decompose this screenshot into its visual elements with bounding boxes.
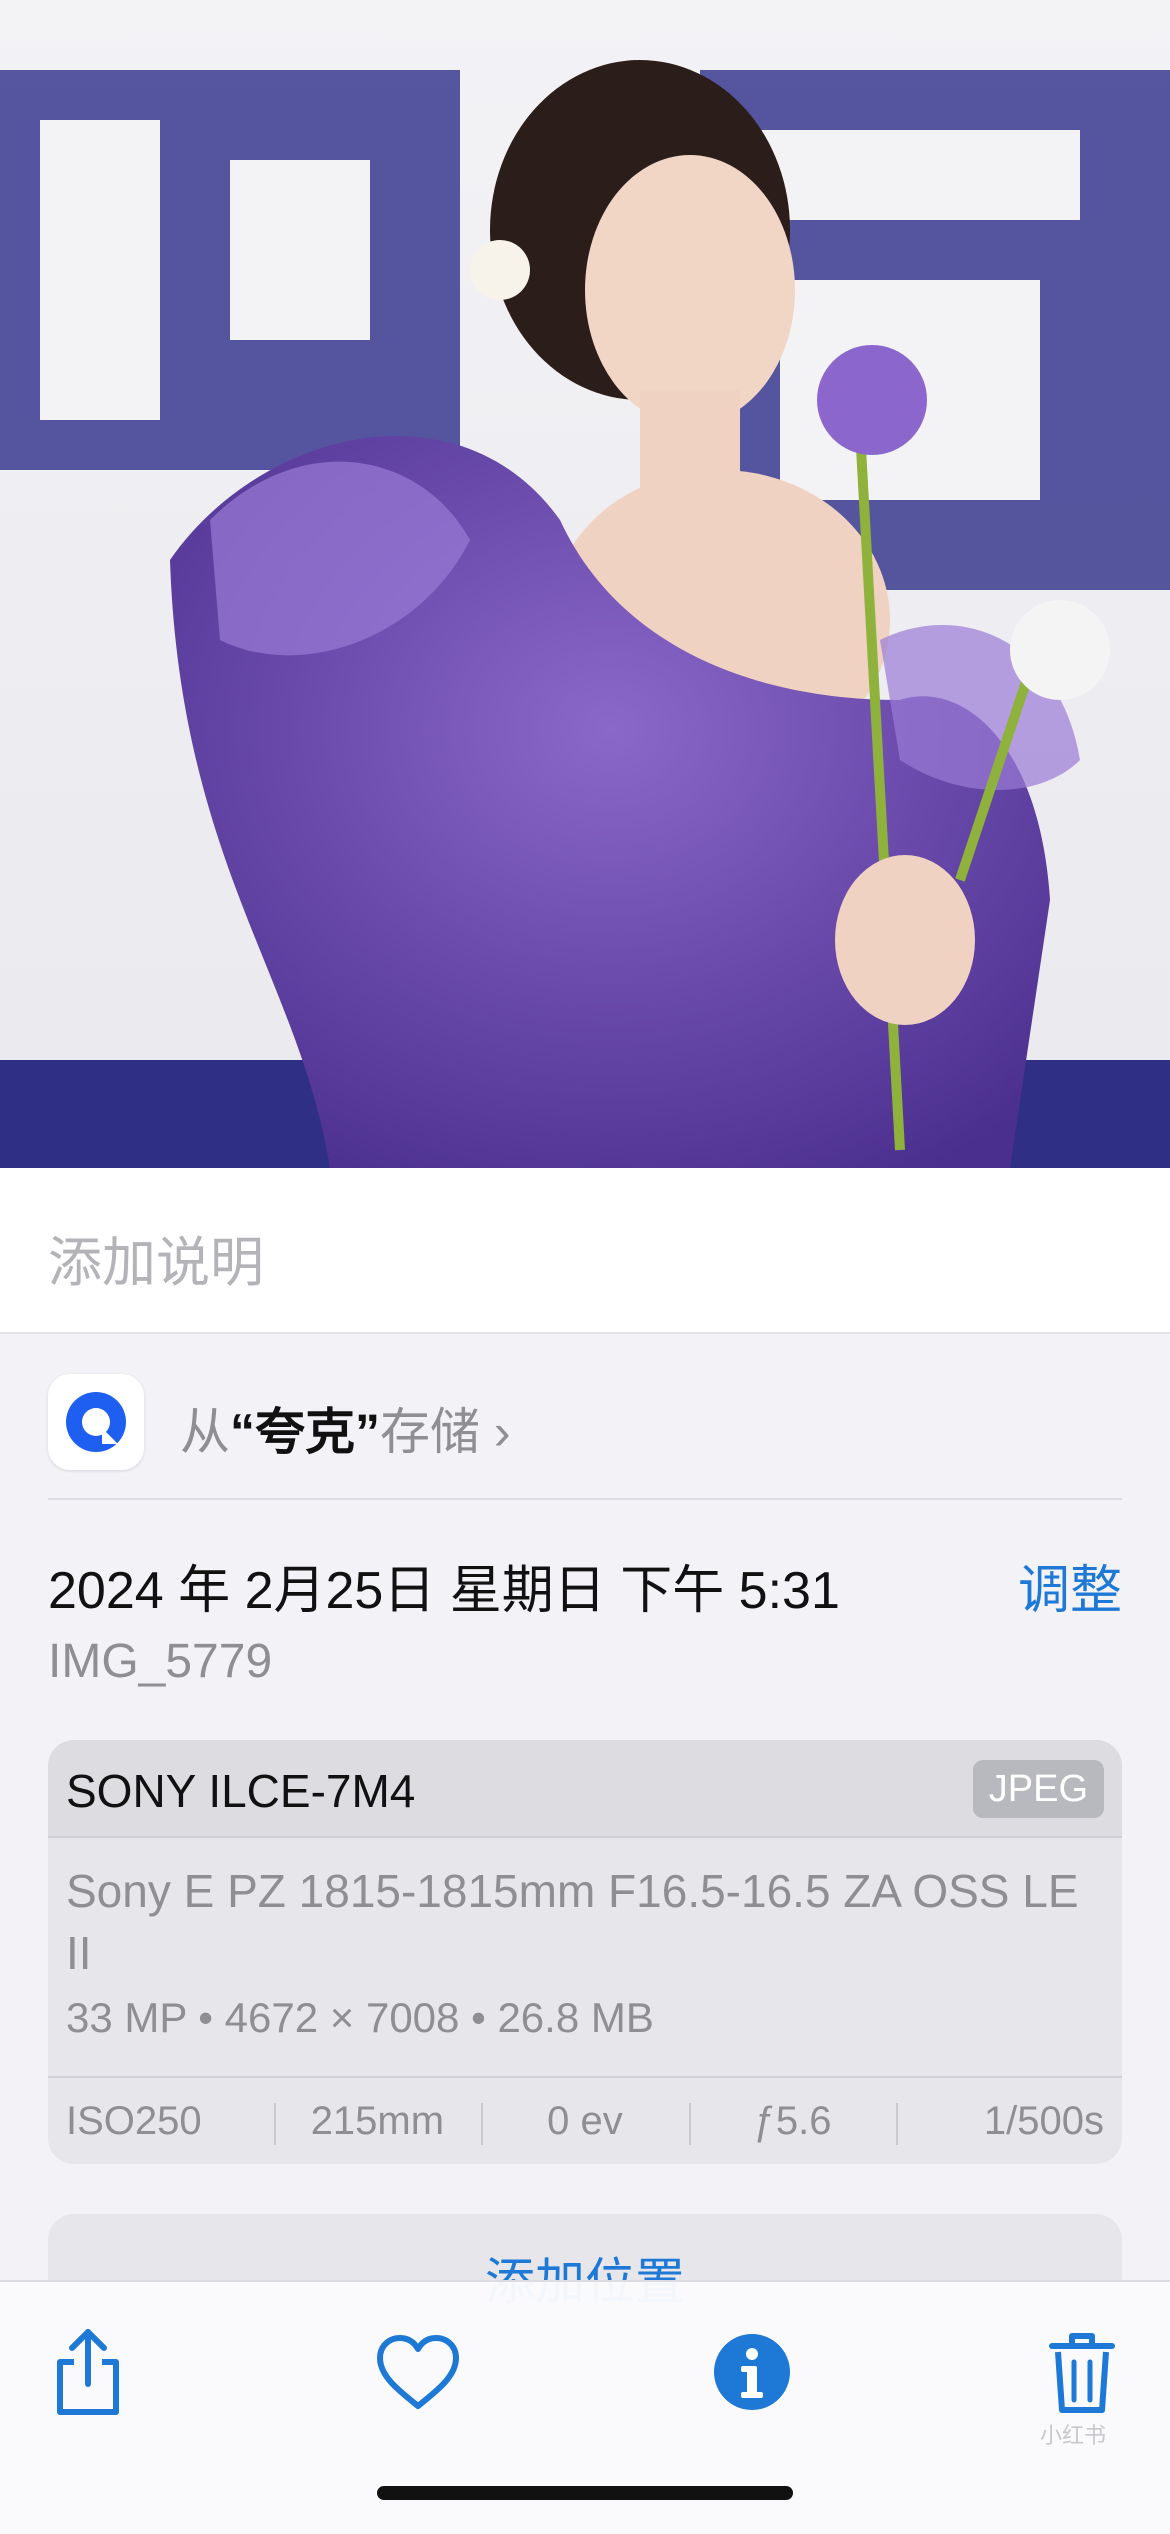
- delete-button[interactable]: [1032, 2322, 1132, 2422]
- trash-icon: [1049, 2333, 1115, 2413]
- photo-image: [0, 0, 1170, 1168]
- source-app-label: 从“夸克”存储 ›: [180, 1404, 511, 1460]
- image-specs: 33 MP • 4672 × 7008 • 26.8 MB: [66, 1994, 654, 2041]
- exposure-value: 0 ev: [481, 2099, 689, 2145]
- heart-icon: [377, 2335, 459, 2409]
- exif-header: SONY ILCE-7M4 JPEG: [48, 1740, 1122, 1838]
- quark-app-icon: [48, 1374, 144, 1470]
- favorite-button[interactable]: [368, 2322, 468, 2422]
- source-app-name: “夸克”: [230, 1404, 380, 1460]
- home-indicator[interactable]: [377, 2486, 793, 2500]
- filename: IMG_5779: [48, 1635, 273, 1688]
- caption-field[interactable]: 添加说明: [0, 1168, 1170, 1334]
- adjust-button[interactable]: 调整: [1018, 1548, 1122, 1623]
- caption-placeholder: 添加说明: [48, 1233, 264, 1293]
- exif-card: SONY ILCE-7M4 JPEG Sony E PZ 1815-1815mm…: [48, 1740, 1122, 2164]
- date-row: 2024 年 2月25日 星期日 下午 5:31 调整: [48, 1548, 1122, 1620]
- camera-model: SONY ILCE-7M4: [66, 1765, 416, 1817]
- focal-length-value: 215mm: [273, 2099, 482, 2145]
- capture-datetime: 2024 年 2月25日 星期日 下午 5:31: [48, 1562, 840, 1620]
- format-badge: JPEG: [972, 1760, 1104, 1818]
- info-icon: [714, 2334, 790, 2410]
- aperture-value: ƒ5.6: [688, 2099, 897, 2145]
- chevron-right-icon: ›: [493, 1404, 511, 1460]
- shutter-speed-value: 1/500s: [896, 2099, 1122, 2145]
- share-icon: [57, 2329, 119, 2415]
- photo-preview[interactable]: [0, 0, 1170, 1168]
- watermark: 小红书: [1040, 2423, 1107, 2448]
- source-app-row[interactable]: 从“夸克”存储 ›: [48, 1370, 1122, 1500]
- iso-value: ISO250: [66, 2098, 202, 2143]
- share-button[interactable]: [38, 2322, 138, 2422]
- lens-info: Sony E PZ 1815-1815mm F16.5-16.5 ZA OSS …: [66, 1865, 1079, 1979]
- exif-parameters: ISO250 215mm 0 ev ƒ5.6 1/500s: [48, 2076, 1122, 2164]
- info-button[interactable]: [702, 2322, 802, 2422]
